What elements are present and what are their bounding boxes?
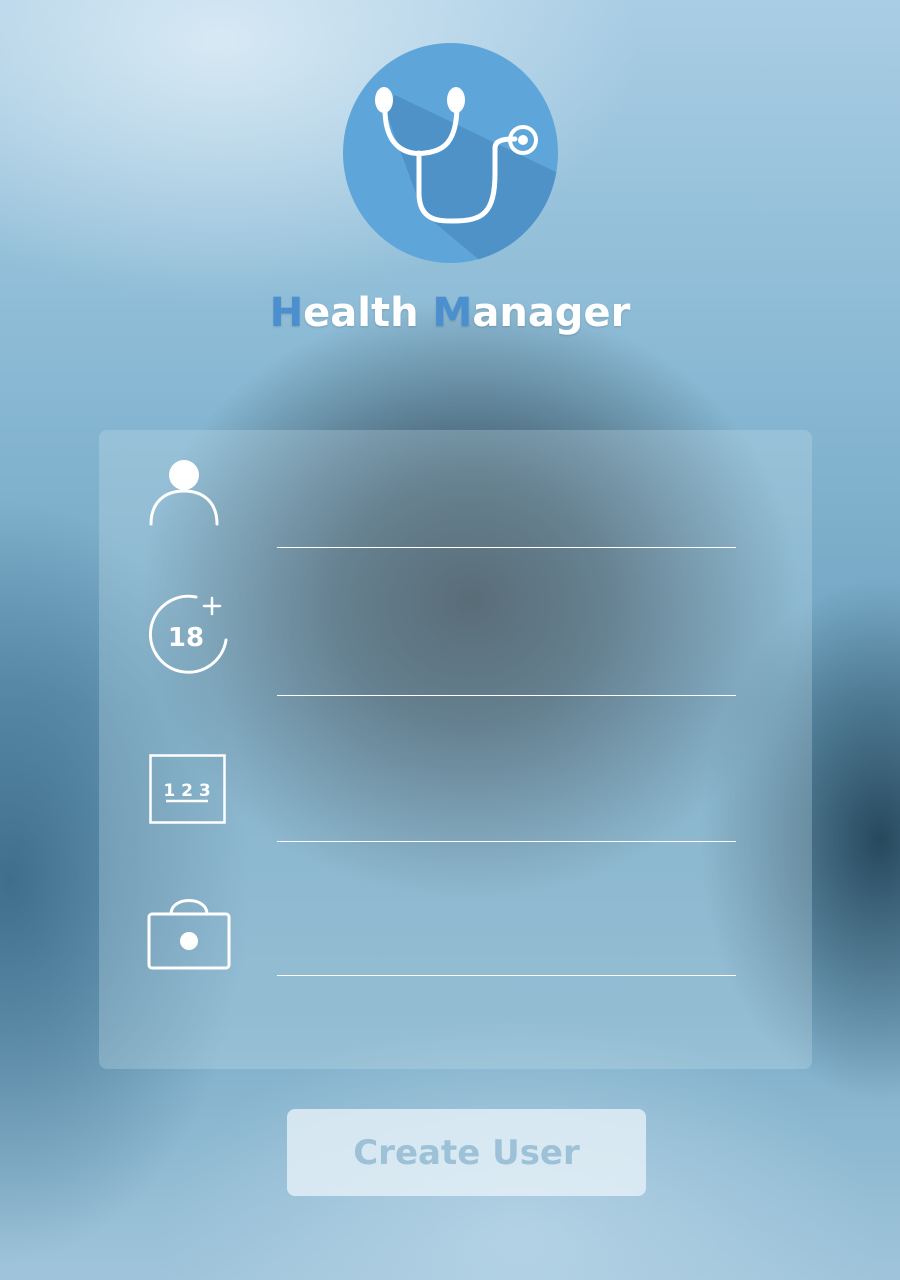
user-icon xyxy=(149,460,219,526)
app-title: Health Manager xyxy=(0,290,900,336)
app-title-word-2: anager xyxy=(472,290,631,336)
app-title-word-1: ealth xyxy=(303,290,433,336)
number-pad-icon: 1 2 3 xyxy=(149,754,226,824)
app-title-initial-m: M xyxy=(432,290,473,336)
number-row: 1 2 3 xyxy=(99,718,812,866)
name-row xyxy=(99,430,812,570)
number-input[interactable] xyxy=(277,795,736,842)
age-18-plus-icon: 18 xyxy=(148,594,228,674)
lock-icon xyxy=(147,899,231,970)
password-input[interactable] xyxy=(277,929,736,976)
age-row: 18 xyxy=(99,570,812,718)
create-user-form: 18 1 2 3 xyxy=(99,430,812,1069)
app-logo xyxy=(343,43,558,263)
age-input[interactable] xyxy=(277,649,736,696)
create-user-button[interactable]: Create User xyxy=(287,1109,646,1196)
age-icon-text: 18 xyxy=(168,623,204,653)
app-title-initial-h: H xyxy=(269,290,304,336)
password-row xyxy=(99,866,812,1014)
stethoscope-icon xyxy=(375,87,558,263)
name-input[interactable] xyxy=(277,501,736,548)
number-icon-text: 1 2 3 xyxy=(163,781,210,801)
